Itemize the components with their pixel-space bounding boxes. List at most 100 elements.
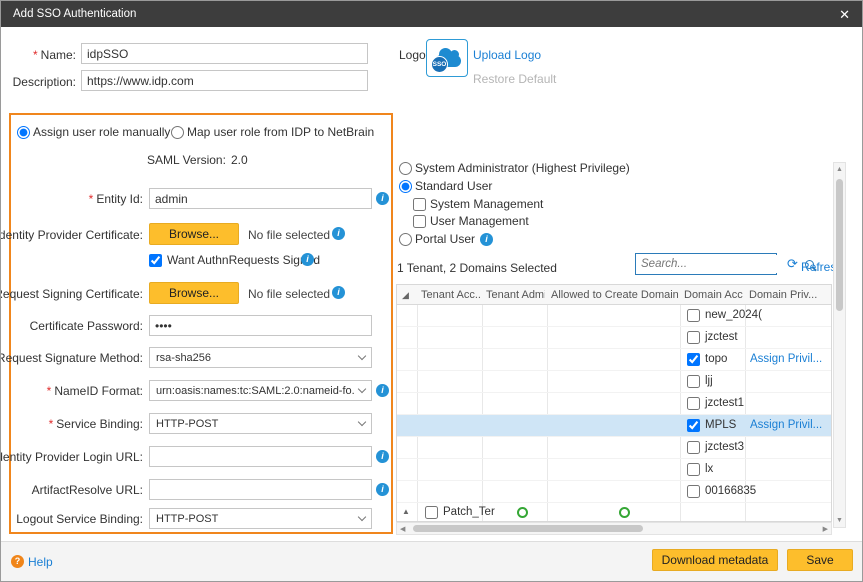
logout-binding-label: Logout Service Binding: <box>16 512 143 526</box>
tenant-checkbox[interactable] <box>425 506 438 519</box>
table-row[interactable]: jzctest1 <box>397 393 831 415</box>
vertical-scrollbar[interactable]: ▲ ▼ <box>833 162 846 528</box>
assign-privileges-link[interactable]: Assign Privil... <box>750 353 822 365</box>
signature-method-dropdown[interactable]: rsa-sha256 <box>149 347 372 368</box>
nameid-format-dropdown[interactable]: urn:oasis:names:tc:SAML:2.0:nameid-fo... <box>149 380 372 401</box>
entity-id-label: *Entity Id: <box>89 192 143 206</box>
allowed-create-status-icon <box>619 507 630 518</box>
upload-logo-link[interactable]: Upload Logo <box>473 48 541 62</box>
artifact-url-info-icon[interactable]: i <box>376 483 389 496</box>
service-binding-dropdown[interactable]: HTTP-POST <box>149 413 372 434</box>
domain-checkbox[interactable] <box>687 463 700 476</box>
nameid-format-label: *NameID Format: <box>47 384 143 398</box>
col-domain-priv[interactable]: Domain Priv... <box>749 289 829 301</box>
system-management-label: System Management <box>430 197 543 211</box>
table-row[interactable]: 00166835 <box>397 481 831 503</box>
domain-checkbox[interactable] <box>687 353 700 366</box>
domain-checkbox[interactable] <box>687 309 700 322</box>
portal-user-radio[interactable] <box>399 233 412 246</box>
domain-name: new_2024( <box>705 309 762 321</box>
standard-user-radio[interactable] <box>399 180 412 193</box>
portal-user-info-icon[interactable]: i <box>480 233 493 246</box>
name-label: *Name: <box>33 48 76 62</box>
logout-binding-dropdown[interactable]: HTTP-POST <box>149 508 372 529</box>
domain-name: jzctest3 <box>705 441 744 453</box>
table-row-selected[interactable]: MPLS Assign Privil... <box>397 415 831 437</box>
user-management-checkbox[interactable] <box>413 215 426 228</box>
domain-checkbox[interactable] <box>687 485 700 498</box>
certificate-password-input[interactable] <box>149 315 372 336</box>
idp-login-url-info-icon[interactable]: i <box>376 450 389 463</box>
collapse-tenant-icon[interactable]: ▲ <box>402 507 410 516</box>
help-link[interactable]: Help <box>28 555 53 569</box>
save-button[interactable]: Save <box>787 549 853 571</box>
authn-requests-signed-checkbox[interactable] <box>149 254 162 267</box>
domain-name: lx <box>705 463 713 475</box>
col-domain-access[interactable]: Domain Acc... <box>684 289 743 301</box>
tenant-name: Patch_Ter <box>443 506 495 518</box>
table-row[interactable]: lx <box>397 459 831 481</box>
logout-binding-value: HTTP-POST <box>156 513 355 525</box>
idp-certificate-label: Identity Provider Certificate: <box>0 228 143 242</box>
entity-id-info-icon[interactable]: i <box>376 192 389 205</box>
system-management-checkbox[interactable] <box>413 198 426 211</box>
selection-summary: 1 Tenant, 2 Domains Selected <box>397 261 557 275</box>
domain-name: jzctest1 <box>705 397 744 409</box>
tenant-row[interactable]: ▲ Patch_Ter <box>397 503 831 522</box>
domain-name: topo <box>705 353 727 365</box>
assign-role-manually-label: Assign user role manually <box>33 125 170 139</box>
table-row[interactable]: jzctest3 <box>397 437 831 459</box>
scroll-left-icon[interactable]: ◀ <box>400 525 405 533</box>
authn-signed-info-icon[interactable]: i <box>301 253 314 266</box>
domain-checkbox[interactable] <box>687 441 700 454</box>
idp-login-url-input[interactable] <box>149 446 372 467</box>
search-input[interactable] <box>636 255 802 273</box>
sso-logo: SSO <box>426 39 468 77</box>
assign-role-manually-radio[interactable] <box>17 126 30 139</box>
dialog-titlebar: Add SSO Authentication ✕ <box>1 1 862 27</box>
map-role-idp-radio[interactable] <box>171 126 184 139</box>
signing-cert-info-icon[interactable]: i <box>332 286 345 299</box>
signature-method-value: rsa-sha256 <box>156 352 355 364</box>
nameid-info-icon[interactable]: i <box>376 384 389 397</box>
domain-name: 00166835 <box>705 485 756 497</box>
scroll-up-icon[interactable]: ▲ <box>834 166 845 173</box>
table-row[interactable]: ljj <box>397 371 831 393</box>
table-row[interactable]: new_2024( <box>397 305 831 327</box>
idp-cert-browse-button[interactable]: Browse... <box>149 223 239 245</box>
domain-checkbox[interactable] <box>687 331 700 344</box>
col-tenant-access[interactable]: Tenant Acc... <box>421 289 480 301</box>
refresh-icon[interactable]: ⟳ <box>787 256 798 272</box>
vertical-scroll-thumb[interactable] <box>836 179 843 311</box>
restore-default-link: Restore Default <box>473 72 556 86</box>
scroll-down-icon[interactable]: ▼ <box>834 517 845 524</box>
entity-id-input[interactable] <box>149 188 372 209</box>
scroll-right-icon[interactable]: ▶ <box>823 525 828 533</box>
col-allowed-create[interactable]: Allowed to Create Domain ... <box>551 289 678 301</box>
download-metadata-button[interactable]: Download metadata <box>652 549 778 571</box>
close-icon[interactable]: ✕ <box>839 8 850 21</box>
table-row[interactable]: jzctest <box>397 327 831 349</box>
name-input[interactable] <box>81 43 368 64</box>
description-label: Description: <box>13 75 76 89</box>
idp-cert-info-icon[interactable]: i <box>332 227 345 240</box>
domain-name: MPLS <box>705 419 736 431</box>
expand-all-icon[interactable]: ◢ <box>402 290 409 301</box>
user-management-label: User Management <box>430 214 529 228</box>
artifact-resolve-url-input[interactable] <box>149 479 372 500</box>
signing-cert-browse-button[interactable]: Browse... <box>149 282 239 304</box>
description-input[interactable] <box>81 70 368 91</box>
table-row[interactable]: topo Assign Privil... <box>397 349 831 371</box>
col-tenant-admin[interactable]: Tenant Admin... <box>486 289 545 301</box>
assign-privileges-link[interactable]: Assign Privil... <box>750 419 822 431</box>
certificate-password-label: Certificate Password: <box>30 319 143 333</box>
horizontal-scroll-thumb[interactable] <box>413 525 643 532</box>
domain-checkbox[interactable] <box>687 375 700 388</box>
system-admin-radio[interactable] <box>399 162 412 175</box>
domain-checkbox[interactable] <box>687 419 700 432</box>
tenant-domain-table: ◢ Tenant Acc... Tenant Admin... Allowed … <box>396 284 832 522</box>
help-icon[interactable]: ? <box>11 555 24 568</box>
signing-certificate-label: Request Signing Certificate: <box>0 287 143 301</box>
domain-checkbox[interactable] <box>687 397 700 410</box>
horizontal-scrollbar[interactable]: ◀ ▶ <box>396 522 832 535</box>
